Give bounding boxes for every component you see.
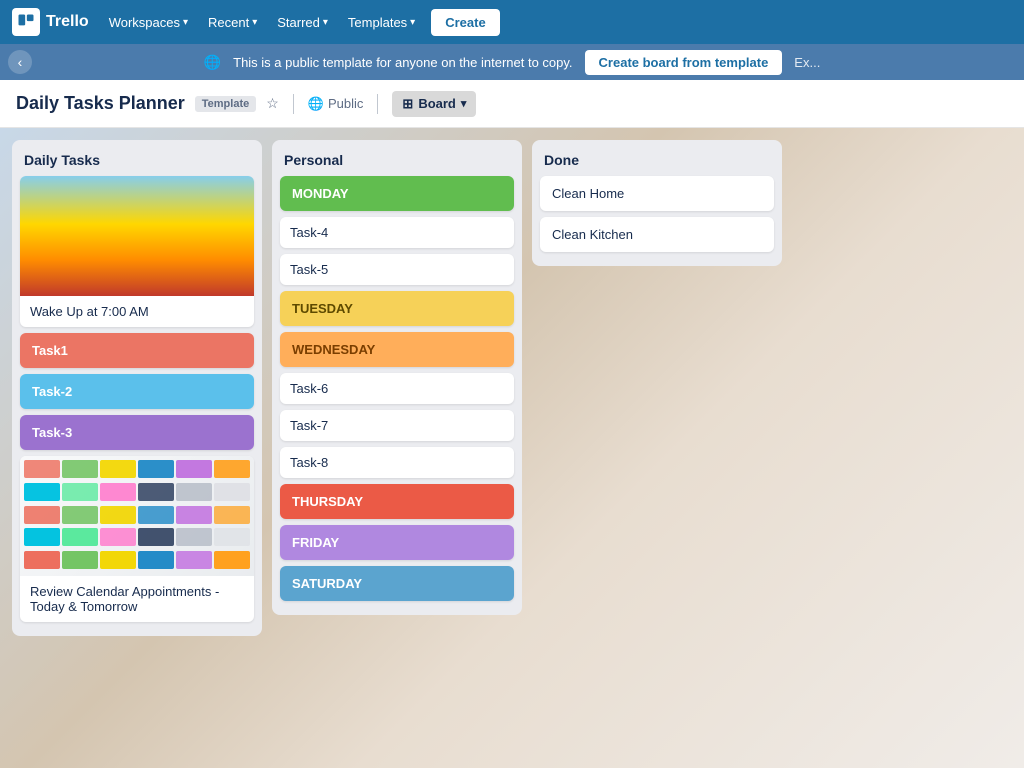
banner-message: This is a public template for anyone on … — [233, 55, 572, 70]
globe-small-icon: 🌐 — [308, 96, 324, 112]
trello-logo[interactable]: Trello — [12, 8, 89, 36]
starred-menu[interactable]: Starred ▾ — [269, 10, 336, 35]
card-saturday[interactable]: SATURDAY — [280, 566, 514, 601]
recent-menu[interactable]: Recent ▾ — [200, 10, 265, 35]
card-review-calendar[interactable]: Review Calendar Appointments - Today & T… — [20, 456, 254, 622]
card-monday[interactable]: MONDAY — [280, 176, 514, 211]
create-from-template-button[interactable]: Create board from template — [585, 50, 783, 75]
card-cover-sunrise — [20, 176, 254, 296]
header-divider-2 — [377, 94, 378, 114]
recent-chevron-icon: ▾ — [252, 17, 257, 28]
list-title-personal: Personal — [280, 148, 514, 176]
board-background: Daily Tasks Wake Up at 7:00 AM Task1 Tas… — [0, 128, 1024, 768]
workspaces-menu[interactable]: Workspaces ▾ — [101, 10, 196, 35]
workspaces-chevron-icon: ▾ — [183, 17, 188, 28]
template-badge: Template — [195, 96, 256, 112]
board-view-button[interactable]: ⊞ Board ▾ — [392, 91, 476, 117]
trello-logo-icon — [12, 8, 40, 36]
visibility-badge: 🌐 Public — [308, 96, 364, 112]
list-done: Done Clean Home Clean Kitchen — [532, 140, 782, 266]
card-task5[interactable]: Task-5 — [280, 254, 514, 285]
list-personal: Personal MONDAY Task-4 Task-5 TUESDAY WE… — [272, 140, 522, 615]
card-task2[interactable]: Task-2 — [20, 374, 254, 409]
header-divider — [293, 94, 294, 114]
card-task3[interactable]: Task-3 — [20, 415, 254, 450]
create-button[interactable]: Create — [431, 9, 499, 36]
card-friday[interactable]: FRIDAY — [280, 525, 514, 560]
list-title-done: Done — [540, 148, 774, 176]
card-clean-kitchen[interactable]: Clean Kitchen — [540, 217, 774, 252]
board-title: Daily Tasks Planner — [16, 93, 185, 114]
card-cover-notes — [20, 456, 254, 576]
lists-container: Daily Tasks Wake Up at 7:00 AM Task1 Tas… — [12, 140, 782, 636]
card-task6[interactable]: Task-6 — [280, 373, 514, 404]
view-chevron-icon: ▾ — [461, 97, 467, 110]
star-button[interactable]: ☆ — [266, 95, 279, 112]
list-title-daily-tasks: Daily Tasks — [20, 148, 254, 176]
card-task4[interactable]: Task-4 — [280, 217, 514, 248]
templates-menu[interactable]: Templates ▾ — [340, 10, 423, 35]
board-icon: ⊞ — [402, 96, 413, 112]
board-header: Daily Tasks Planner Template ☆ 🌐 Public … — [0, 80, 1024, 128]
top-navigation: Trello Workspaces ▾ Recent ▾ Starred ▾ T… — [0, 0, 1024, 44]
card-clean-home[interactable]: Clean Home — [540, 176, 774, 211]
banner-back-button[interactable]: ‹ — [8, 50, 32, 74]
starred-chevron-icon: ▾ — [323, 17, 328, 28]
template-banner: ‹ 🌐 This is a public template for anyone… — [0, 44, 1024, 80]
card-thursday[interactable]: THURSDAY — [280, 484, 514, 519]
card-task7[interactable]: Task-7 — [280, 410, 514, 441]
card-wake-up[interactable]: Wake Up at 7:00 AM — [20, 176, 254, 327]
globe-icon: 🌐 — [204, 54, 221, 71]
card-task1[interactable]: Task1 — [20, 333, 254, 368]
card-tuesday[interactable]: TUESDAY — [280, 291, 514, 326]
card-wednesday[interactable]: WEDNESDAY — [280, 332, 514, 367]
list-daily-tasks: Daily Tasks Wake Up at 7:00 AM Task1 Tas… — [12, 140, 262, 636]
card-task8[interactable]: Task-8 — [280, 447, 514, 478]
banner-extra[interactable]: Ex... — [794, 55, 820, 70]
templates-chevron-icon: ▾ — [410, 17, 415, 28]
